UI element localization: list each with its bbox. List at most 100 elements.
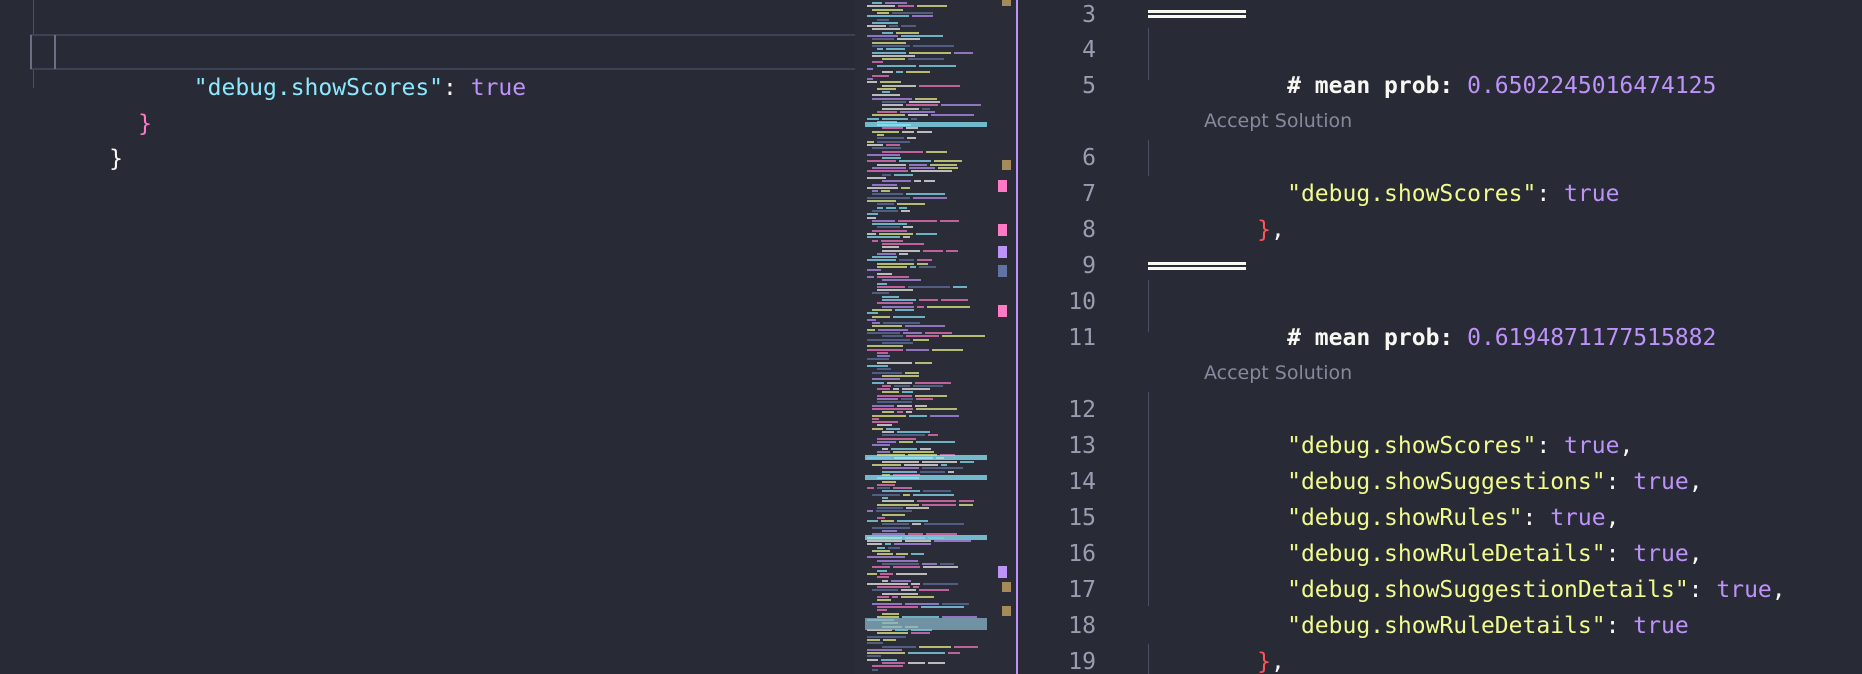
accept-solution-link[interactable]: Accept Solution: [1204, 358, 1352, 388]
minimap-line: [867, 259, 896, 262]
minimap-line: [872, 229, 907, 232]
json-colon: :: [443, 75, 471, 101]
minimap-line: [928, 662, 945, 664]
minimap-line: [882, 305, 914, 308]
minimap-line: [867, 275, 874, 278]
minimap-line: [867, 338, 910, 341]
minimap-line: [882, 101, 906, 103]
minimap-line: [872, 61, 883, 64]
solution-separator: [1148, 262, 1246, 270]
minimap-line: [907, 137, 916, 140]
json-brace: }: [1257, 649, 1271, 674]
minimap-line: [942, 335, 985, 338]
minimap-line: [946, 249, 958, 252]
minimap-line: [894, 173, 913, 176]
left-editor-pane[interactable]: "github.copilot.advanced": { "debug.show…: [0, 0, 855, 674]
json-value: true: [1633, 469, 1689, 495]
minimap-line: [920, 470, 945, 473]
minimap-line: [903, 493, 910, 496]
minimap-line: [881, 239, 903, 242]
minimap-line: [872, 41, 906, 44]
minimap-line: [899, 252, 908, 255]
minimap-line: [872, 315, 890, 318]
minimap-line: [909, 51, 951, 54]
line-number: 13: [1068, 433, 1096, 459]
minimap-line: [872, 2, 882, 4]
code-line-2-current[interactable]: "debug.showScores": true: [30, 34, 855, 101]
minimap-line: [882, 579, 888, 582]
mean-prob-label: # mean prob:: [1287, 73, 1468, 99]
minimap-line: [877, 483, 895, 486]
minimap-line: [877, 355, 890, 358]
minimap-line: [893, 315, 925, 318]
minimap-line: [913, 338, 929, 341]
minimap-line: [882, 150, 923, 153]
code-line-3[interactable]: }: [55, 70, 152, 137]
minimap-line: [872, 256, 897, 259]
line-number: 19: [1068, 649, 1096, 674]
minimap-line: [877, 596, 889, 598]
minimap-line: [888, 546, 900, 549]
minimap-line: [886, 427, 900, 430]
minimap-line: [877, 87, 896, 90]
minimap-line: [905, 325, 945, 328]
minimap-line: [882, 411, 894, 414]
minimap-line: [867, 635, 906, 638]
minimap-line: [877, 272, 892, 275]
minimap-line: [882, 246, 899, 249]
minimap-line: [903, 332, 922, 334]
overview-ruler-scrollbar[interactable]: [990, 0, 1018, 674]
minimap-line: [877, 48, 883, 51]
code-line-4[interactable]: }: [26, 105, 123, 172]
minimap-line: [882, 107, 919, 110]
minimap-line: [867, 176, 886, 179]
minimap-line: [901, 35, 943, 37]
minimap-line: [872, 414, 906, 417]
minimap-line: [885, 543, 891, 546]
minimap-line: [920, 447, 931, 450]
copilot-solutions-panel[interactable]: 3 4 5 6 7 8 9 10 11 12 13 14 15 16 17 18…: [1018, 0, 1862, 674]
minimap-line: [872, 589, 898, 592]
minimap-line: [872, 381, 884, 384]
minimap-line: [872, 421, 898, 424]
minimap-line: [893, 566, 920, 569]
line-number: 5: [1082, 73, 1096, 99]
minimap-line: [919, 84, 960, 87]
minimap-line: [919, 266, 936, 268]
minimap-line: [882, 563, 919, 565]
minimap-line: [928, 434, 938, 437]
minimap-line: [931, 114, 974, 117]
minimap-line: [902, 391, 913, 394]
minimap-line: [919, 299, 938, 301]
minimap-line: [901, 186, 910, 189]
minimap-line: [867, 5, 895, 8]
minimap-line: [867, 170, 908, 173]
minimap-line: [877, 302, 913, 305]
minimap-line: [930, 163, 957, 166]
indent-guide: [1148, 644, 1149, 674]
minimap-selection: [865, 618, 987, 630]
minimap-line: [886, 206, 896, 209]
minimap[interactable]: [855, 0, 990, 674]
minimap-line: [872, 167, 906, 169]
code-line-1[interactable]: "github.copilot.advanced": {: [55, 0, 526, 65]
minimap-line: [922, 563, 937, 565]
minimap-line: [867, 269, 881, 272]
minimap-line: [911, 632, 930, 635]
minimap-line: [877, 559, 918, 562]
minimap-line: [906, 104, 938, 107]
minimap-line: [917, 262, 928, 265]
ruler-mark: [1002, 0, 1011, 6]
indent-guide: [1148, 140, 1149, 176]
minimap-line: [872, 183, 897, 186]
minimap-line: [924, 180, 935, 183]
minimap-line: [877, 282, 887, 285]
minimap-line: [882, 117, 908, 120]
minimap-line: [916, 398, 933, 400]
ruler-mark: [998, 224, 1007, 236]
minimap-line: [899, 440, 913, 443]
minimap-line: [926, 150, 947, 153]
accept-solution-link[interactable]: Accept Solution: [1204, 106, 1352, 136]
minimap-line: [897, 404, 912, 407]
editor-window: "github.copilot.advanced": { "debug.show…: [0, 0, 1862, 674]
